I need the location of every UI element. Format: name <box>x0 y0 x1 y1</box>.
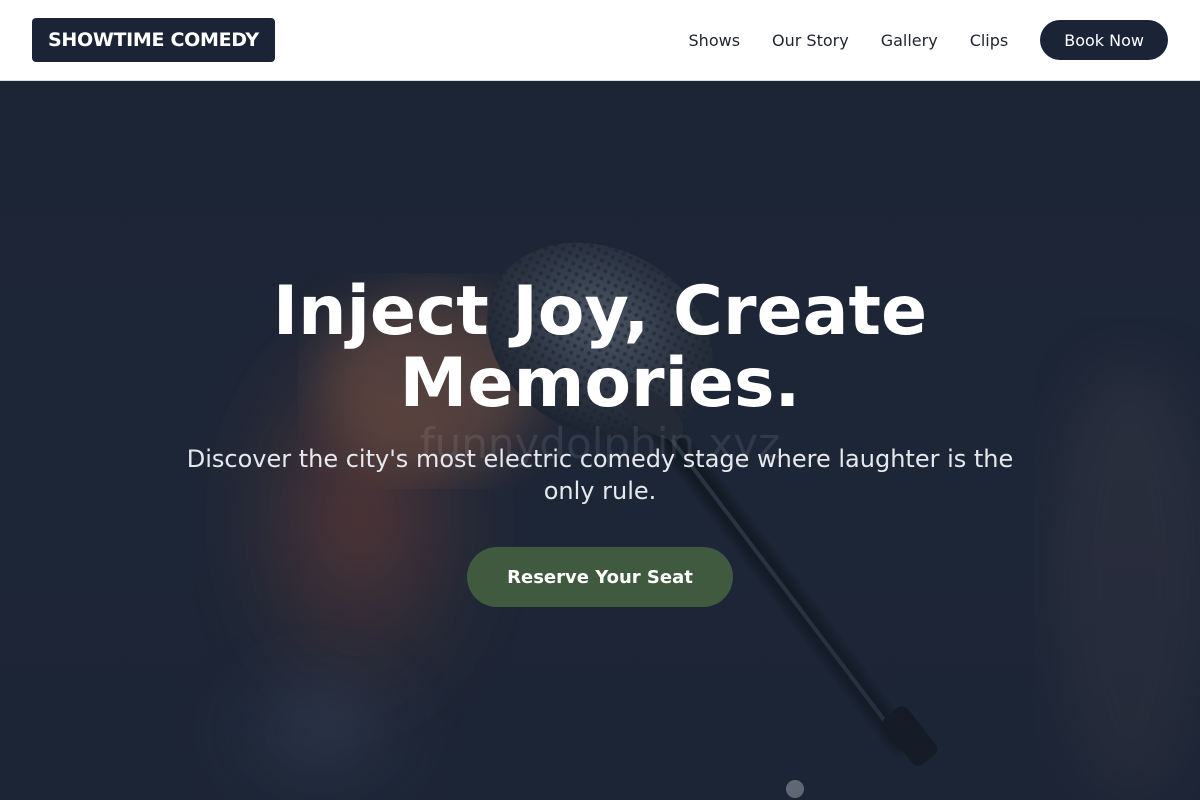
hero-title-line-2: Memories. <box>399 344 801 423</box>
hero-title-line-1: Inject Joy, Create <box>272 272 928 351</box>
nav-link-shows[interactable]: Shows <box>689 31 741 50</box>
hero-content: Inject Joy, Create Memories. Discover th… <box>0 81 1200 800</box>
hero-section: funnydolphin.xyz Inject Joy, Create Memo… <box>0 81 1200 800</box>
nav-link-clips[interactable]: Clips <box>970 31 1009 50</box>
nav-link-our-story[interactable]: Our Story <box>772 31 849 50</box>
site-logo[interactable]: SHOWTIME COMEDY <box>32 18 275 62</box>
hero-title: Inject Joy, Create Memories. <box>150 276 1050 420</box>
reserve-seat-button[interactable]: Reserve Your Seat <box>467 547 733 607</box>
top-navbar: SHOWTIME COMEDY Shows Our Story Gallery … <box>0 0 1200 81</box>
main-nav: Shows Our Story Gallery Clips Book Now <box>689 20 1168 60</box>
nav-link-gallery[interactable]: Gallery <box>881 31 938 50</box>
book-now-button[interactable]: Book Now <box>1040 20 1168 60</box>
hero-subtitle: Discover the city's most electric comedy… <box>186 445 1014 505</box>
